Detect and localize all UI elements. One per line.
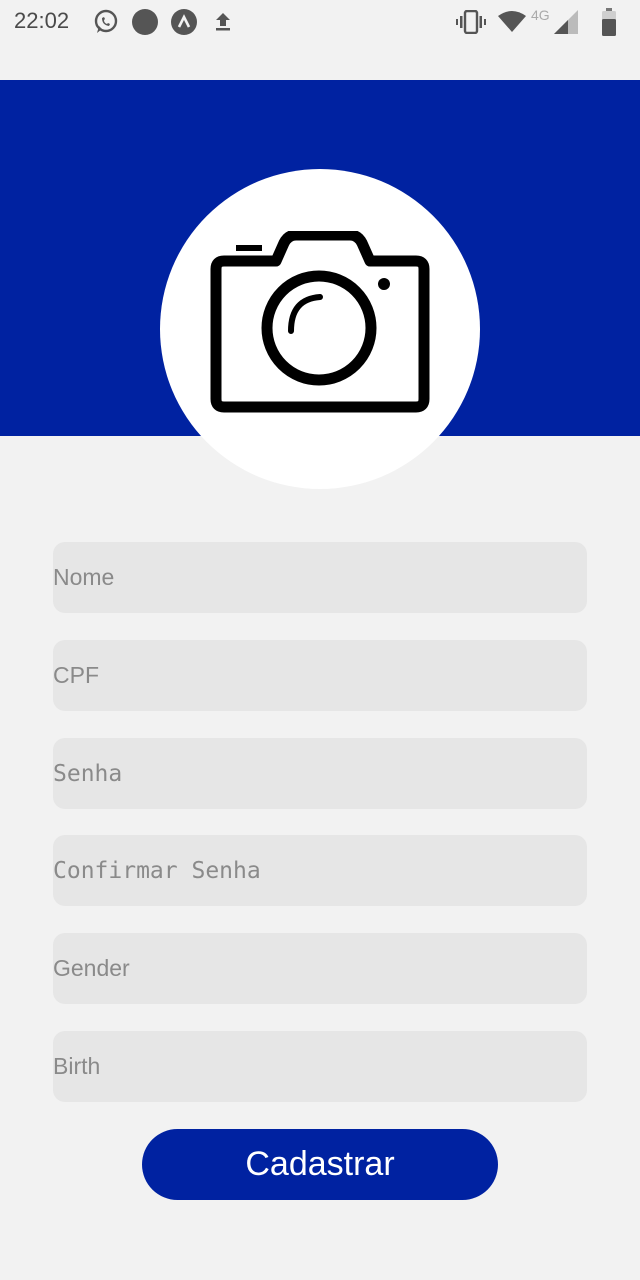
wifi-icon [498,11,526,32]
status-bar: 22:02 4G [0,0,640,48]
profile-photo-picker[interactable] [160,169,480,489]
app-circle-icon [171,9,197,35]
nome-field[interactable] [53,542,587,613]
circle-dot-icon [132,9,158,35]
cadastrar-button-label: Cadastrar [245,1145,395,1183]
battery-icon [602,8,616,36]
status-right-icons: 4G [456,7,626,36]
gender-field[interactable] [53,933,587,1004]
camera-icon [210,231,430,413]
vibrate-icon [456,10,486,34]
cadastrar-button[interactable]: Cadastrar [142,1129,498,1200]
status-time: 22:02 [14,8,70,33]
whatsapp-icon [94,9,118,33]
upload-icon [216,13,230,31]
confirmar-senha-field[interactable] [53,835,587,906]
network-type-label: 4G [531,7,550,23]
birth-field[interactable] [53,1031,587,1102]
cpf-field[interactable] [53,640,587,711]
signal-icon [554,10,578,34]
senha-field[interactable] [53,738,587,809]
